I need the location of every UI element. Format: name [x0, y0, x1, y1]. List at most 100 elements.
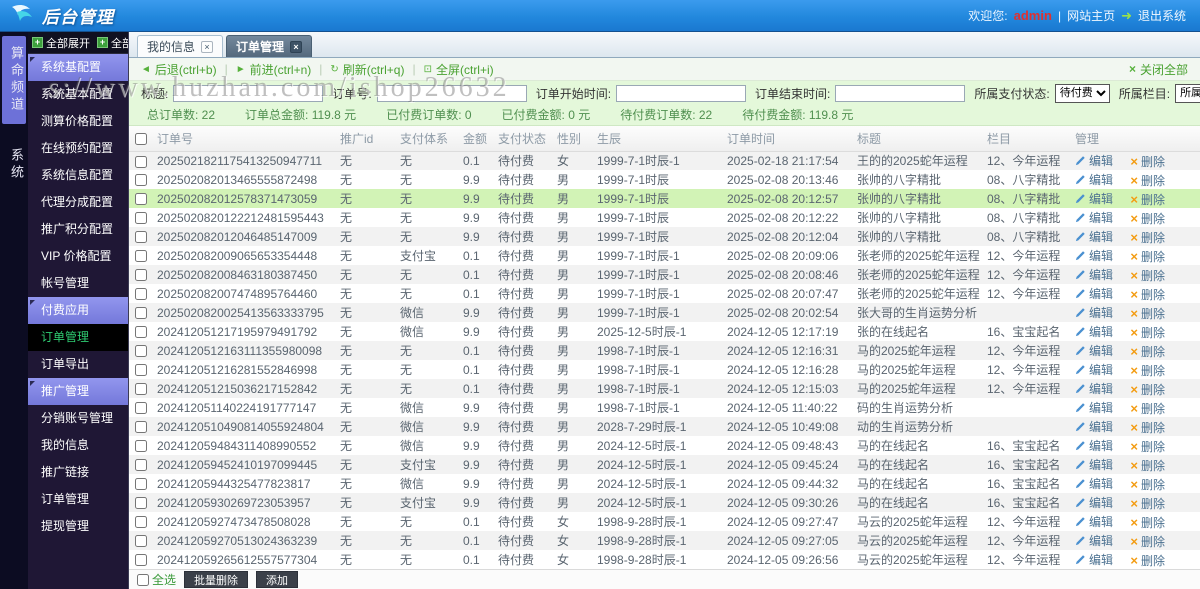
- edit-link[interactable]: 编辑: [1075, 247, 1113, 264]
- expand-all-button[interactable]: + 全部展开: [32, 35, 90, 51]
- category-select[interactable]: 所属栏目: [1175, 83, 1200, 103]
- edit-link[interactable]: 编辑: [1075, 475, 1113, 492]
- close-all-button[interactable]: × 关闭全部: [1129, 61, 1188, 78]
- back-button[interactable]: ◄ 后退(ctrl+b): [141, 61, 217, 78]
- edit-link[interactable]: 编辑: [1075, 171, 1113, 188]
- delete-link[interactable]: × 删除: [1130, 210, 1165, 227]
- delete-link[interactable]: × 删除: [1130, 305, 1165, 322]
- delete-link[interactable]: × 删除: [1130, 153, 1165, 170]
- edit-link[interactable]: 编辑: [1075, 418, 1113, 435]
- table-row[interactable]: 2025020820122212481595443 无 无 9.9 待付费 男 …: [129, 208, 1200, 227]
- row-checkbox[interactable]: [135, 345, 147, 358]
- row-checkbox[interactable]: [135, 250, 147, 263]
- delete-link[interactable]: × 删除: [1130, 552, 1165, 569]
- table-row[interactable]: 2025021821175413250947711 无 无 0.1 待付费 女 …: [129, 151, 1200, 170]
- edit-link[interactable]: 编辑: [1075, 437, 1113, 454]
- table-row[interactable]: 202412051217195979491792 无 微信 9.9 待付费 男 …: [129, 322, 1200, 341]
- delete-link[interactable]: × 删除: [1130, 267, 1165, 284]
- edit-link[interactable]: 编辑: [1075, 361, 1113, 378]
- delete-link[interactable]: × 删除: [1130, 248, 1165, 265]
- delete-link[interactable]: × 删除: [1130, 172, 1165, 189]
- edit-link[interactable]: 编辑: [1075, 456, 1113, 473]
- row-checkbox[interactable]: [135, 288, 147, 301]
- sidebar-item[interactable]: 订单管理: [28, 486, 128, 513]
- row-checkbox[interactable]: [135, 440, 147, 453]
- table-row[interactable]: 202412059270513024363239 无 无 0.1 待付费 女 1…: [129, 531, 1200, 550]
- tab-close-icon[interactable]: ×: [290, 40, 303, 53]
- sidebar-item[interactable]: 系统基本配置: [28, 81, 128, 108]
- pay-status-select[interactable]: 待付费: [1054, 83, 1110, 103]
- channel-tab[interactable]: 算命频道: [2, 36, 26, 124]
- sidebar-item[interactable]: 推广链接: [28, 459, 128, 486]
- delete-link[interactable]: × 删除: [1130, 457, 1165, 474]
- edit-link[interactable]: 编辑: [1075, 342, 1113, 359]
- table-row[interactable]: 20241205927473478508028 无 无 0.1 待付费 女 19…: [129, 512, 1200, 531]
- row-checkbox[interactable]: [135, 402, 147, 415]
- delete-link[interactable]: × 删除: [1130, 400, 1165, 417]
- edit-link[interactable]: 编辑: [1075, 399, 1113, 416]
- delete-link[interactable]: × 删除: [1130, 381, 1165, 398]
- fullscreen-button[interactable]: ⊡ 全屏(ctrl+i): [424, 61, 494, 78]
- sidebar-item[interactable]: 订单导出: [28, 351, 128, 378]
- row-checkbox[interactable]: [135, 516, 147, 529]
- add-button[interactable]: 添加: [256, 571, 299, 588]
- delete-link[interactable]: × 删除: [1130, 476, 1165, 493]
- table-row[interactable]: 202412051215036217152842 无 无 0.1 待付费 男 1…: [129, 379, 1200, 398]
- table-row[interactable]: 202412051140224191777147 无 微信 9.9 待付费 男 …: [129, 398, 1200, 417]
- table-row[interactable]: 202502082013465555872498 无 无 9.9 待付费 男 1…: [129, 170, 1200, 189]
- edit-link[interactable]: 编辑: [1075, 285, 1113, 302]
- sidebar-item[interactable]: 测算价格配置: [28, 108, 128, 135]
- table-row[interactable]: 202502082009065653354448 无 支付宝 0.1 待付费 男…: [129, 246, 1200, 265]
- delete-link[interactable]: × 删除: [1130, 514, 1165, 531]
- edit-link[interactable]: 编辑: [1075, 380, 1113, 397]
- sidebar-item[interactable]: 推广积分配置: [28, 216, 128, 243]
- table-row[interactable]: 202502082007474895764460 无 无 0.1 待付费 男 1…: [129, 284, 1200, 303]
- edit-link[interactable]: 编辑: [1075, 209, 1113, 226]
- table-row[interactable]: 202412059484311408990552 无 微信 9.9 待付费 男 …: [129, 436, 1200, 455]
- delete-link[interactable]: × 删除: [1130, 533, 1165, 550]
- row-checkbox[interactable]: [135, 326, 147, 339]
- content-tab[interactable]: 订单管理 ×: [226, 35, 313, 57]
- edit-link[interactable]: 编辑: [1075, 551, 1113, 568]
- sidebar-group-header[interactable]: 系统基配置: [28, 54, 128, 81]
- logout-link[interactable]: 退出系统: [1138, 7, 1186, 24]
- sidebar-group-header[interactable]: 付费应用: [28, 297, 128, 324]
- table-row[interactable]: 2025020820025413563333795 无 微信 9.9 待付费 男…: [129, 303, 1200, 322]
- home-link[interactable]: 网站主页: [1067, 7, 1115, 24]
- table-row[interactable]: 202412059265612557577304 无 无 0.1 待付费 女 1…: [129, 550, 1200, 569]
- title-filter-input[interactable]: [173, 84, 324, 102]
- delete-link[interactable]: × 删除: [1130, 324, 1165, 341]
- row-checkbox[interactable]: [135, 212, 147, 225]
- delete-link[interactable]: × 删除: [1130, 495, 1165, 512]
- edit-link[interactable]: 编辑: [1075, 494, 1113, 511]
- row-checkbox[interactable]: [135, 364, 147, 377]
- table-row[interactable]: 2024120510490814055924804 无 微信 9.9 待付费 男…: [129, 417, 1200, 436]
- start-time-input[interactable]: [616, 84, 747, 102]
- delete-link[interactable]: × 删除: [1130, 229, 1165, 246]
- row-checkbox[interactable]: [135, 155, 147, 168]
- row-checkbox[interactable]: [135, 497, 147, 510]
- select-all-footer-checkbox[interactable]: [137, 573, 149, 586]
- edit-link[interactable]: 编辑: [1075, 266, 1113, 283]
- sidebar-item[interactable]: 在线预约配置: [28, 135, 128, 162]
- sidebar-group-header[interactable]: 推广管理: [28, 378, 128, 405]
- table-row[interactable]: 202502082012578371473059 无 无 9.9 待付费 男 1…: [129, 189, 1200, 208]
- table-row[interactable]: 20241205944325477823817 无 微信 9.9 待付费 男 2…: [129, 474, 1200, 493]
- order-filter-input[interactable]: [376, 84, 527, 102]
- edit-link[interactable]: 编辑: [1075, 532, 1113, 549]
- sidebar-item[interactable]: 提现管理: [28, 513, 128, 540]
- row-checkbox[interactable]: [135, 269, 147, 282]
- row-checkbox[interactable]: [135, 383, 147, 396]
- sidebar-item[interactable]: 代理分成配置: [28, 189, 128, 216]
- edit-link[interactable]: 编辑: [1075, 190, 1113, 207]
- channel-tab[interactable]: 系统: [2, 138, 26, 192]
- row-checkbox[interactable]: [135, 231, 147, 244]
- row-checkbox[interactable]: [135, 478, 147, 491]
- end-time-input[interactable]: [835, 84, 966, 102]
- table-row[interactable]: 202412059452410197099445 无 支付宝 9.9 待付费 男…: [129, 455, 1200, 474]
- delete-link[interactable]: × 删除: [1130, 343, 1165, 360]
- tab-close-icon[interactable]: ×: [201, 40, 214, 53]
- row-checkbox[interactable]: [135, 535, 147, 548]
- row-checkbox[interactable]: [135, 307, 147, 320]
- row-checkbox[interactable]: [135, 459, 147, 472]
